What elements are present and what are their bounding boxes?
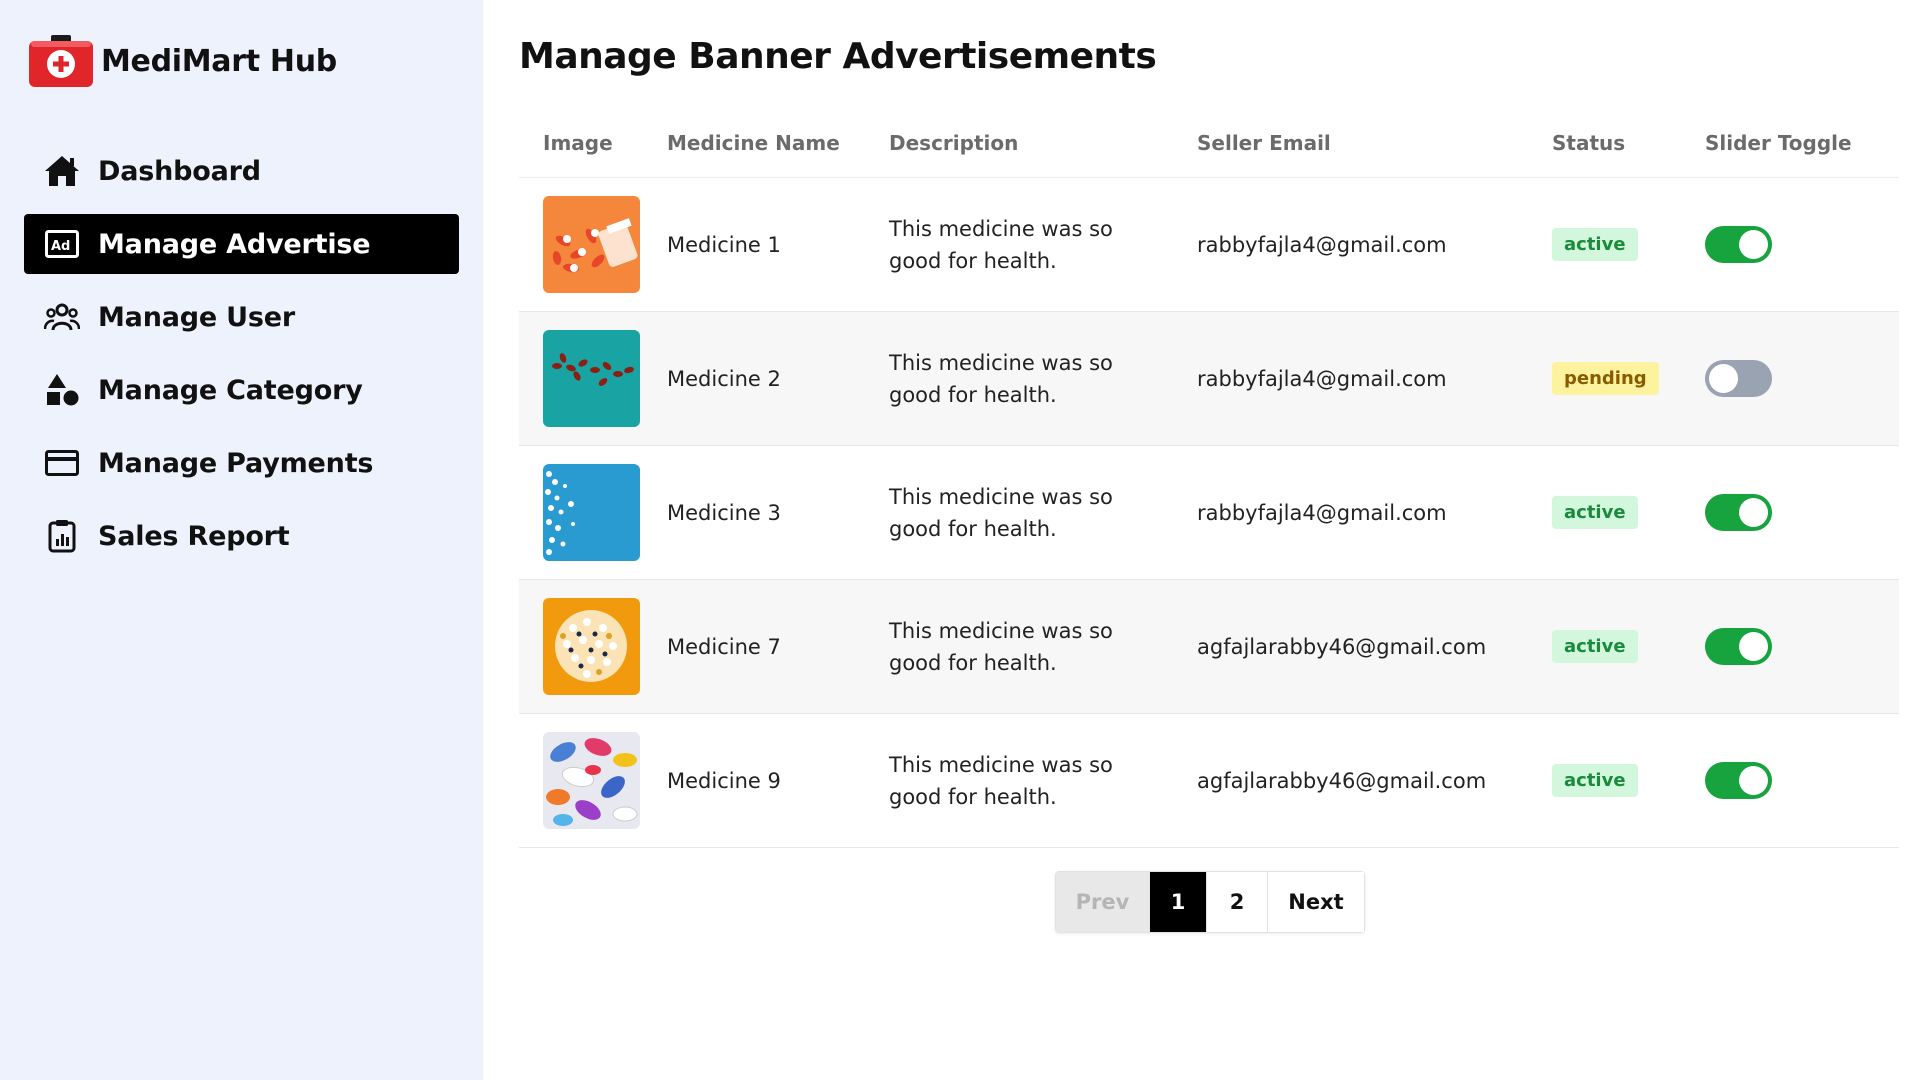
sidebar-item-label: Dashboard bbox=[98, 155, 261, 187]
seller-email: agfajlarabby46@gmail.com bbox=[1197, 634, 1487, 659]
app-logo[interactable]: MediMart Hub bbox=[29, 35, 337, 87]
medicine-name: Medicine 2 bbox=[667, 366, 781, 391]
medicine-image bbox=[543, 330, 640, 427]
table-header-row: Image Medicine Name Description Seller E… bbox=[519, 108, 1899, 178]
page-button-2[interactable]: 2 bbox=[1207, 872, 1268, 932]
sidebar-item-manage-category[interactable]: Manage Category bbox=[24, 360, 459, 420]
sidebar-item-sales-report[interactable]: Sales Report bbox=[24, 506, 459, 566]
medical-kit-icon bbox=[29, 35, 93, 87]
medicine-name: Medicine 1 bbox=[667, 232, 781, 257]
table-row: Medicine 2 This medicine was so good for… bbox=[519, 312, 1899, 446]
page-button-1[interactable]: 1 bbox=[1150, 872, 1207, 932]
description: This medicine was so good for health. bbox=[889, 618, 1113, 675]
medicine-image bbox=[543, 196, 640, 293]
home-icon bbox=[42, 151, 82, 191]
description: This medicine was so good for health. bbox=[889, 350, 1113, 407]
column-header-description: Description bbox=[889, 130, 1019, 155]
status-badge: active bbox=[1552, 228, 1638, 261]
sidebar-item-manage-advertise[interactable]: Ad Manage Advertise bbox=[24, 214, 459, 274]
medicine-image bbox=[543, 598, 640, 695]
sidebar-item-label: Manage Category bbox=[98, 374, 363, 406]
column-header-image: Image bbox=[543, 130, 613, 155]
description: This medicine was so good for health. bbox=[889, 216, 1113, 273]
column-header-slider-toggle: Slider Toggle bbox=[1705, 130, 1852, 155]
advertisements-table: Image Medicine Name Description Seller E… bbox=[519, 108, 1899, 848]
seller-email: rabbyfajla4@gmail.com bbox=[1197, 366, 1447, 391]
users-icon bbox=[42, 297, 82, 337]
table-row: Medicine 3 This medicine was so good for… bbox=[519, 446, 1899, 580]
column-header-status: Status bbox=[1552, 130, 1626, 155]
slider-toggle[interactable] bbox=[1705, 360, 1772, 397]
toggle-knob bbox=[1739, 230, 1768, 259]
credit-card-icon bbox=[42, 443, 82, 483]
toggle-knob bbox=[1709, 364, 1738, 393]
seller-email: agfajlarabby46@gmail.com bbox=[1197, 768, 1487, 793]
clipboard-report-icon bbox=[42, 516, 82, 556]
medicine-name: Medicine 3 bbox=[667, 500, 781, 525]
medicine-image bbox=[543, 464, 640, 561]
medicine-image bbox=[543, 732, 640, 829]
seller-email: rabbyfajla4@gmail.com bbox=[1197, 500, 1447, 525]
table-row: Medicine 7 This medicine was so good for… bbox=[519, 580, 1899, 714]
pagination: Prev 1 2 Next bbox=[1055, 871, 1365, 933]
status-badge: active bbox=[1552, 764, 1638, 797]
seller-email: rabbyfajla4@gmail.com bbox=[1197, 232, 1447, 257]
sidebar-item-dashboard[interactable]: Dashboard bbox=[24, 141, 459, 201]
slider-toggle[interactable] bbox=[1705, 762, 1772, 799]
toggle-knob bbox=[1739, 766, 1768, 795]
sidebar-item-label: Sales Report bbox=[98, 520, 290, 552]
sidebar-item-label: Manage User bbox=[98, 301, 295, 333]
table-row: Medicine 1 This medicine was so good for… bbox=[519, 178, 1899, 312]
next-page-button[interactable]: Next bbox=[1268, 872, 1364, 932]
sidebar-item-label: Manage Advertise bbox=[98, 228, 371, 260]
slider-toggle[interactable] bbox=[1705, 494, 1772, 531]
sidebar-item-label: Manage Payments bbox=[98, 447, 374, 479]
ad-icon: Ad bbox=[42, 224, 82, 264]
status-badge: active bbox=[1552, 496, 1638, 529]
medicine-name: Medicine 9 bbox=[667, 768, 781, 793]
column-header-seller-email: Seller Email bbox=[1197, 130, 1331, 155]
medicine-name: Medicine 7 bbox=[667, 634, 781, 659]
app-name: MediMart Hub bbox=[101, 43, 337, 79]
table-row: Medicine 9 This medicine was so good for… bbox=[519, 714, 1899, 848]
sidebar-item-manage-user[interactable]: Manage User bbox=[24, 287, 459, 347]
description: This medicine was so good for health. bbox=[889, 752, 1113, 809]
toggle-knob bbox=[1739, 498, 1768, 527]
status-badge: active bbox=[1552, 630, 1638, 663]
sidebar-item-manage-payments[interactable]: Manage Payments bbox=[24, 433, 459, 493]
status-badge: pending bbox=[1552, 362, 1659, 395]
sidebar: MediMart Hub Dashboard Ad Manage Adverti… bbox=[0, 0, 483, 1080]
slider-toggle[interactable] bbox=[1705, 628, 1772, 665]
prev-page-button[interactable]: Prev bbox=[1056, 872, 1150, 932]
shapes-icon bbox=[42, 370, 82, 410]
svg-text:Ad: Ad bbox=[51, 239, 70, 254]
toggle-knob bbox=[1739, 632, 1768, 661]
slider-toggle[interactable] bbox=[1705, 226, 1772, 263]
page-title: Manage Banner Advertisements bbox=[519, 36, 1157, 77]
column-header-medicine-name: Medicine Name bbox=[667, 130, 840, 155]
sidebar-nav: Dashboard Ad Manage Advertise Manage Use… bbox=[24, 141, 459, 579]
description: This medicine was so good for health. bbox=[889, 484, 1113, 541]
